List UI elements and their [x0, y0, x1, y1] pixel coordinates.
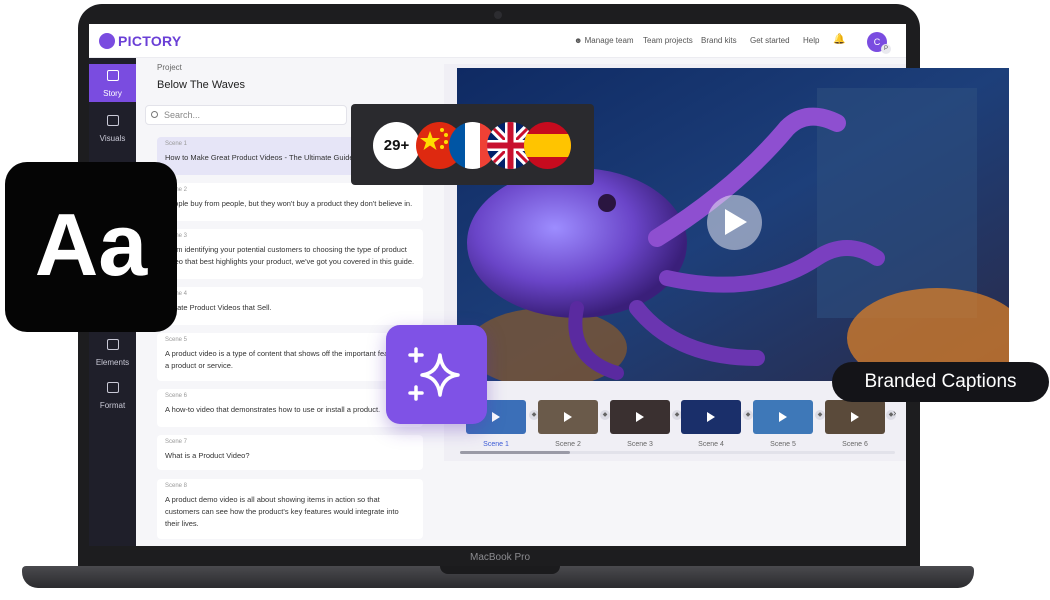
scene-number: Scene 8: [165, 483, 188, 489]
scene-card[interactable]: Scene 8 A product demo video is all abou…: [157, 479, 423, 539]
user-group-icon: ☻: [574, 36, 585, 45]
sidebar-item-label: Elements: [95, 358, 130, 367]
thumbnail-scroll-thumb[interactable]: [460, 451, 570, 454]
scene-thumbnail[interactable]: [610, 400, 670, 434]
app-header: PICTORY ☻ Manage team Team projects Bran…: [89, 24, 906, 58]
scene-text: From identifying your potential customer…: [165, 245, 415, 266]
play-icon: [851, 412, 859, 422]
scene-text: What is a Product Video?: [165, 451, 250, 460]
thumbnail-label: Scene 2: [555, 441, 581, 448]
scene-number: Scene 3: [165, 233, 188, 239]
scene-card[interactable]: Scene 3 From identifying your potential …: [157, 229, 423, 279]
nav-brand-kits[interactable]: Brand kits: [701, 36, 737, 45]
play-icon: [492, 412, 500, 422]
thumbnail-label: Scene 4: [698, 441, 724, 448]
spain-flag-icon: [524, 122, 571, 169]
transition-icon[interactable]: ◆: [743, 410, 753, 420]
notification-bell-icon[interactable]: 🔔: [833, 35, 845, 45]
scene-number: Scene 7: [165, 439, 188, 445]
scene-text: A product demo video is all about showin…: [165, 495, 399, 528]
scene-card[interactable]: Scene 6 A how-to video that demonstrates…: [157, 389, 423, 427]
sidebar-item-label: Format: [99, 401, 126, 410]
play-icon: [725, 209, 747, 235]
avatar-badge: P: [881, 44, 891, 54]
nav-help[interactable]: Help: [803, 36, 819, 45]
thumbnail-label: Scene 3: [627, 441, 653, 448]
play-icon: [636, 412, 644, 422]
scene-number: Scene 5: [165, 337, 188, 343]
scene-text: A product video is a type of content tha…: [165, 349, 414, 370]
project-label: Project: [157, 63, 182, 72]
scene-card[interactable]: Scene 2 People buy from people, but they…: [157, 183, 423, 221]
play-icon: [564, 412, 572, 422]
elements-icon: [106, 339, 119, 350]
scene-card[interactable]: Scene 4 Create Product Videos that Sell.: [157, 287, 423, 325]
sidebar-item-format[interactable]: Format: [89, 376, 136, 414]
search-input[interactable]: Search...: [145, 105, 347, 125]
language-count: 29+: [373, 122, 420, 169]
nav-manage-team[interactable]: ☻ Manage team: [574, 36, 634, 45]
sidebar-item-visuals[interactable]: Visuals: [89, 109, 136, 147]
visuals-icon: [106, 115, 119, 126]
transition-icon[interactable]: ◆: [815, 410, 825, 420]
thumbnail-label: Scene 1: [483, 441, 509, 448]
app-name: PICTORY: [118, 33, 182, 49]
scene-thumbnail[interactable]: [681, 400, 741, 434]
laptop-notch: [440, 566, 560, 574]
scene-text: Create Product Videos that Sell.: [165, 303, 272, 312]
scene-card[interactable]: Scene 7 What is a Product Video?: [157, 435, 423, 470]
thumbnail-label: Scene 5: [770, 441, 796, 448]
nav-manage-team-label: Manage team: [584, 36, 634, 45]
device-label: MacBook Pro: [469, 552, 531, 563]
sidebar-item-elements[interactable]: Elements: [89, 333, 136, 371]
play-icon: [779, 412, 787, 422]
octopus-logo-icon: [99, 33, 115, 49]
nav-get-started[interactable]: Get started: [750, 36, 790, 45]
play-icon: [707, 412, 715, 422]
story-icon: [106, 70, 119, 81]
scene-thumbnail[interactable]: [538, 400, 598, 434]
camera: [494, 11, 502, 19]
scene-number: Scene 6: [165, 393, 188, 399]
sidebar-item-label: Visuals: [99, 134, 126, 143]
sparkle-icon: [408, 347, 460, 401]
sidebar-item-label: Story: [103, 89, 122, 98]
format-icon: [106, 382, 119, 393]
chevron-right-icon[interactable]: ›: [893, 408, 896, 419]
search-icon: [151, 111, 158, 118]
scene-thumbnail[interactable]: [753, 400, 813, 434]
ai-magic-card: [386, 325, 487, 424]
sidebar-item-story[interactable]: Story: [89, 64, 136, 102]
scene-text: A how-to video that demonstrates how to …: [165, 405, 381, 414]
scene-number: Scene 2: [165, 187, 188, 193]
typography-sample: Aa: [34, 195, 148, 294]
scene-text: People buy from people, but they won't b…: [165, 199, 413, 208]
scene-number: Scene 4: [165, 291, 188, 297]
transition-icon[interactable]: ◆: [600, 410, 610, 420]
scene-thumbnail[interactable]: [825, 400, 885, 434]
nav-team-projects[interactable]: Team projects: [643, 36, 693, 45]
branded-captions-badge: Branded Captions: [832, 362, 1049, 402]
app-logo[interactable]: PICTORY: [99, 33, 182, 49]
scene-card[interactable]: Scene 5 A product video is a type of con…: [157, 333, 423, 381]
thumbnail-label: Scene 6: [842, 441, 868, 448]
project-title: Below The Waves: [157, 79, 246, 91]
